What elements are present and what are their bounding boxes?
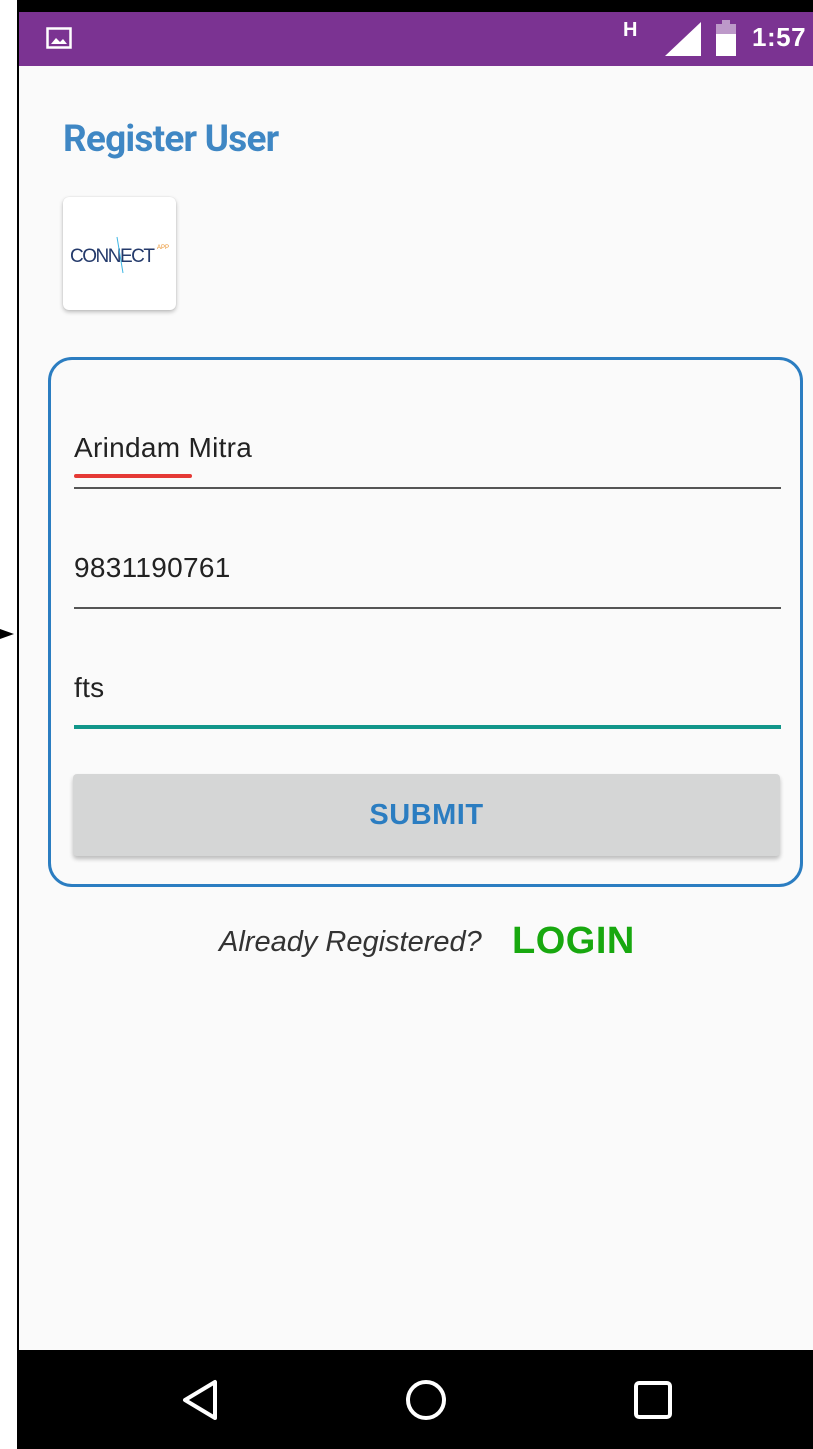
phone-screen: H 1:57 Register User CONNECT APP Arindam… <box>19 12 813 1449</box>
third-field-underline-focused <box>74 725 781 729</box>
registration-form: Arindam Mitra 9831190761 fts SUBMIT <box>48 357 803 887</box>
page-title: Register User <box>63 118 279 161</box>
recents-icon[interactable] <box>625 1372 681 1428</box>
name-field[interactable]: Arindam Mitra <box>74 432 781 492</box>
battery-icon <box>716 20 736 56</box>
name-field-underline <box>74 487 781 489</box>
third-input-value[interactable]: fts <box>74 672 104 704</box>
svg-text:APP: APP <box>157 245 169 251</box>
home-icon[interactable] <box>398 1372 454 1428</box>
network-type-label: H <box>623 19 638 41</box>
outer-frame-top <box>0 0 813 12</box>
login-link[interactable]: LOGIN <box>512 920 635 963</box>
image-icon <box>46 27 72 49</box>
signal-icon <box>665 22 701 56</box>
svg-text:CONNECT: CONNECT <box>70 246 155 267</box>
submit-button-label: SUBMIT <box>369 799 484 831</box>
phone-input-value[interactable]: 9831190761 <box>74 552 231 584</box>
spellcheck-underline <box>74 474 192 478</box>
third-field[interactable]: fts <box>74 672 781 732</box>
back-icon[interactable] <box>175 1372 231 1428</box>
clock: 1:57 <box>752 22 807 52</box>
phone-field-underline <box>74 607 781 609</box>
status-bar: H 1:57 <box>19 12 813 66</box>
login-prompt: Already Registered? LOGIN <box>19 920 813 970</box>
navigation-bar <box>19 1350 813 1449</box>
pointer-arrow-icon <box>0 629 14 639</box>
already-registered-text: Already Registered? <box>219 926 482 958</box>
phone-field[interactable]: 9831190761 <box>74 552 781 612</box>
connect-logo-icon: CONNECT APP <box>70 236 169 274</box>
app-logo: CONNECT APP <box>63 197 176 310</box>
name-input-value[interactable]: Arindam Mitra <box>74 432 252 464</box>
submit-button[interactable]: SUBMIT <box>73 774 780 856</box>
